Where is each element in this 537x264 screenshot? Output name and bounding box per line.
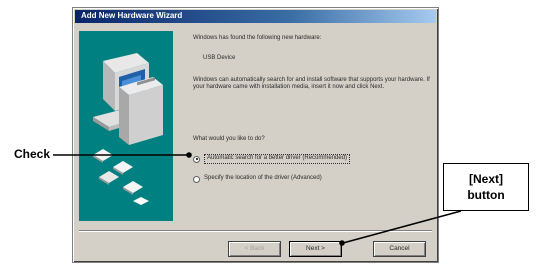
callout-leader-lines <box>53 152 462 246</box>
next-leader-dot <box>339 240 345 246</box>
check-leader-dot <box>186 152 192 158</box>
next-leader-line <box>342 210 462 244</box>
